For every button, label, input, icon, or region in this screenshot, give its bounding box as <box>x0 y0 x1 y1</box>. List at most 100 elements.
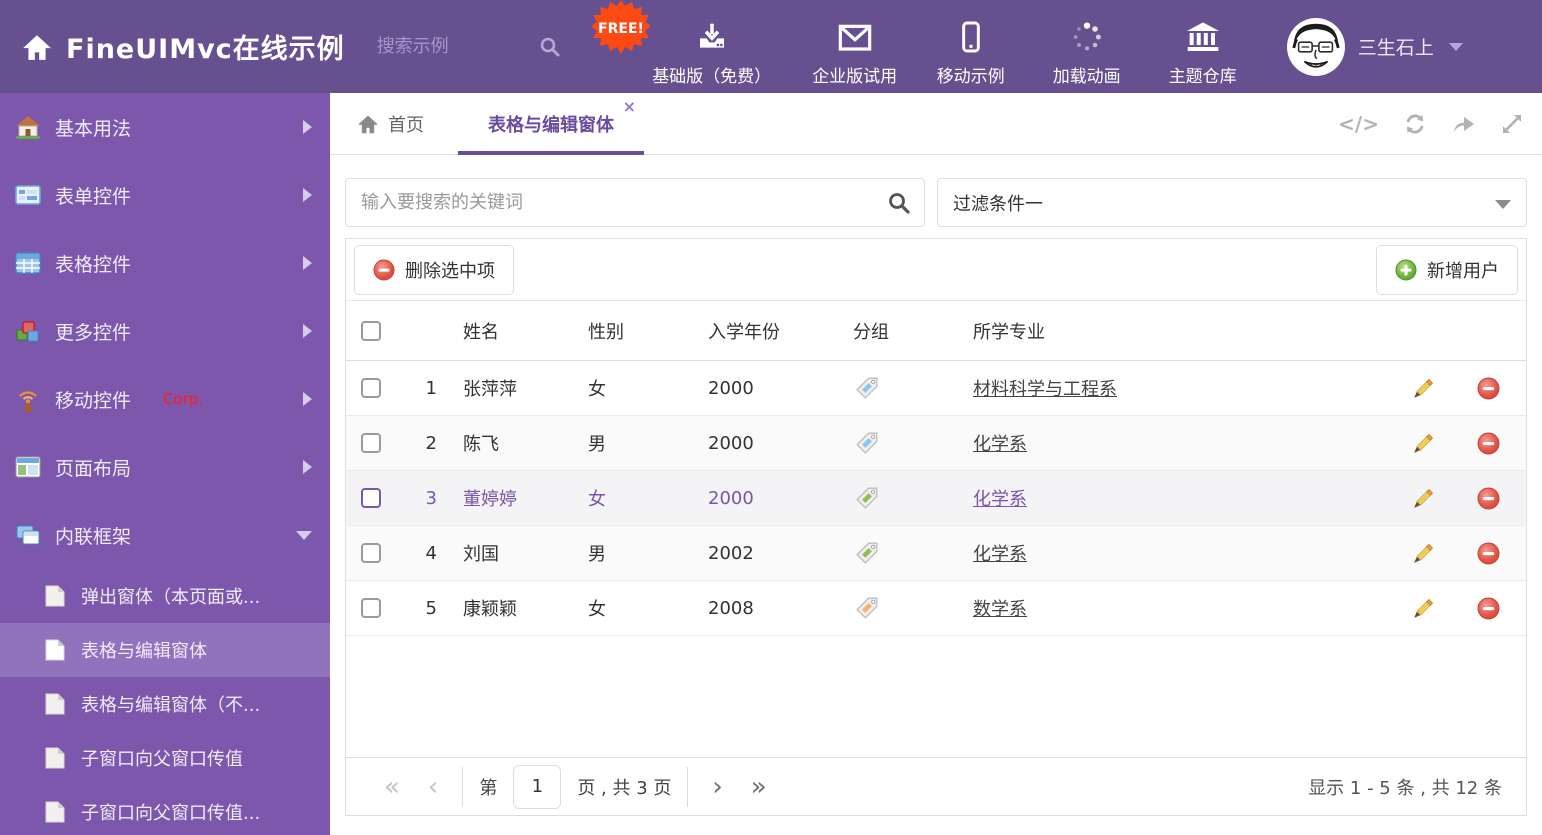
table-body: 1 张萍萍 女 2000 材料科学与工程系 2 陈飞 男 2000 化学系 3 … <box>346 361 1526 636</box>
column-header-gender[interactable]: 性别 <box>576 318 696 344</box>
page-icon <box>45 801 65 823</box>
sidebar-item-mobile-controls[interactable]: 移动控件 Corp. <box>0 365 330 433</box>
sidebar: 基本用法 表单控件 表格控件 更多控件 移动控件 Corp. 页面布局 内联框架 <box>0 93 330 835</box>
sidebar-item-iframe[interactable]: 内联框架 <box>0 501 330 569</box>
sidebar-item-label: 表单控件 <box>55 185 132 208</box>
user-name: 三生石上 <box>1357 37 1434 59</box>
grid-toolbar: 删除选中项 新增用户 <box>346 239 1526 301</box>
edit-button[interactable] <box>1396 432 1451 455</box>
delete-button[interactable] <box>1451 597 1526 620</box>
nav-item-theme-repo[interactable]: 主题仓库 <box>1160 7 1246 87</box>
nav-label: 基础版（免费） <box>652 66 772 87</box>
row-checkbox[interactable] <box>361 543 381 563</box>
house-icon <box>16 116 40 139</box>
chevron-right-icon <box>303 460 312 474</box>
column-header-year[interactable]: 入学年份 <box>696 318 841 344</box>
column-header-major[interactable]: 所学专业 <box>961 318 1396 344</box>
search-icon[interactable] <box>887 191 911 215</box>
edit-button[interactable] <box>1396 377 1451 400</box>
sidebar-child-label: 表格与编辑窗体（不... <box>81 695 261 716</box>
delete-button[interactable] <box>1451 542 1526 565</box>
table-row[interactable]: 1 张萍萍 女 2000 材料科学与工程系 <box>346 361 1526 416</box>
table-row[interactable]: 4 刘国 男 2002 化学系 <box>346 526 1526 581</box>
delete-selected-button[interactable]: 删除选中项 <box>354 244 514 295</box>
sidebar-child-grid-edit-window[interactable]: 表格与编辑窗体 <box>0 623 330 677</box>
filter-dropdown[interactable]: 过滤条件一 <box>937 178 1527 227</box>
prev-page-button[interactable]: ‹ <box>414 774 452 800</box>
add-user-button[interactable]: 新增用户 <box>1376 244 1518 295</box>
nav-item-enterprise-trial[interactable]: 企业版试用 <box>812 7 898 87</box>
search-icon[interactable] <box>539 36 561 58</box>
row-checkbox[interactable] <box>361 378 381 398</box>
edit-button[interactable] <box>1396 487 1451 510</box>
major-link[interactable]: 化学系 <box>961 434 1027 455</box>
tag-icon <box>856 542 878 564</box>
major-link[interactable]: 化学系 <box>961 489 1027 510</box>
page-number-input[interactable] <box>513 764 562 809</box>
last-page-button[interactable]: » <box>737 774 781 800</box>
home-icon <box>23 34 51 60</box>
refresh-icon[interactable] <box>1403 112 1427 136</box>
column-header-group[interactable]: 分组 <box>841 318 961 344</box>
cell-gender: 女 <box>588 489 606 510</box>
sidebar-item-form-controls[interactable]: 表单控件 <box>0 161 330 229</box>
frames-icon <box>16 525 40 545</box>
source-code-icon[interactable]: </> <box>1338 112 1379 136</box>
page-icon <box>45 693 65 715</box>
row-checkbox[interactable] <box>361 598 381 618</box>
header-search-input[interactable] <box>376 36 527 57</box>
sidebar-item-grid-controls[interactable]: 表格控件 <box>0 229 330 297</box>
tab-grid-edit-window[interactable]: 表格与编辑窗体 × <box>458 93 644 155</box>
sidebar-child-label: 子窗口向父窗口传值... <box>81 803 261 824</box>
major-link[interactable]: 数学系 <box>961 599 1027 620</box>
close-icon[interactable]: × <box>623 99 636 115</box>
edit-button[interactable] <box>1396 597 1451 620</box>
keyword-search-input[interactable] <box>345 178 925 227</box>
content-area: 过滤条件一 删除选中项 新增用户 姓名 性别 <box>330 155 1542 816</box>
minus-circle-icon <box>1477 377 1500 399</box>
row-checkbox[interactable] <box>361 488 381 508</box>
divider <box>687 766 689 807</box>
sidebar-item-basic-usage[interactable]: 基本用法 <box>0 93 330 161</box>
sidebar-child-popup-window[interactable]: 弹出窗体（本页面或... <box>0 569 330 623</box>
first-page-button[interactable]: « <box>370 774 414 800</box>
cell-gender: 女 <box>588 599 606 620</box>
minus-circle-icon <box>1477 487 1500 509</box>
table-row[interactable]: 3 董婷婷 女 2000 化学系 <box>346 471 1526 526</box>
share-icon[interactable] <box>1451 112 1476 136</box>
app-logo[interactable]: FineUIMvc在线示例 <box>0 27 345 66</box>
sidebar-child-child-to-parent[interactable]: 子窗口向父窗口传值 <box>0 731 330 785</box>
next-page-button[interactable]: › <box>698 774 736 800</box>
major-link[interactable]: 化学系 <box>961 544 1027 565</box>
sidebar-child-child-to-parent-2[interactable]: 子窗口向父窗口传值... <box>0 785 330 835</box>
edit-button[interactable] <box>1396 542 1451 565</box>
main-panel: 首页 表格与编辑窗体 × </> 过滤条件一 <box>330 93 1542 835</box>
row-checkbox[interactable] <box>361 433 381 453</box>
nav-item-loading-animation[interactable]: 加载动画 <box>1044 7 1130 87</box>
antenna-icon <box>19 391 37 411</box>
spinner-icon <box>1073 21 1101 50</box>
sidebar-item-page-layout[interactable]: 页面布局 <box>0 433 330 501</box>
table-row[interactable]: 5 康颖颖 女 2008 数学系 <box>346 581 1526 636</box>
nav-item-mobile-demo[interactable]: 移动示例 <box>928 7 1014 87</box>
delete-button[interactable] <box>1451 432 1526 455</box>
sidebar-child-grid-edit-window-2[interactable]: 表格与编辑窗体（不... <box>0 677 330 731</box>
nav-item-basic-edition[interactable]: FREE! 基础版（免费） <box>590 0 782 87</box>
sidebar-item-more-controls[interactable]: 更多控件 <box>0 297 330 365</box>
cell-year: 2002 <box>708 542 754 564</box>
delete-button[interactable] <box>1451 377 1526 400</box>
add-user-label: 新增用户 <box>1427 260 1499 282</box>
nav-label: 加载动画 <box>1052 66 1121 87</box>
header-search[interactable] <box>376 36 561 58</box>
column-header-name[interactable]: 姓名 <box>451 318 576 344</box>
table-row[interactable]: 2 陈飞 男 2000 化学系 <box>346 416 1526 471</box>
user-menu[interactable]: 三生石上 <box>1286 17 1463 76</box>
major-link[interactable]: 材料科学与工程系 <box>961 379 1117 400</box>
tab-home[interactable]: 首页 <box>345 93 436 154</box>
select-all-checkbox[interactable] <box>361 320 381 341</box>
tag-icon <box>856 432 878 454</box>
cell-gender: 男 <box>588 434 606 455</box>
expand-icon[interactable] <box>1500 112 1524 136</box>
delete-button[interactable] <box>1451 487 1526 510</box>
nav-label: 主题仓库 <box>1168 66 1237 87</box>
